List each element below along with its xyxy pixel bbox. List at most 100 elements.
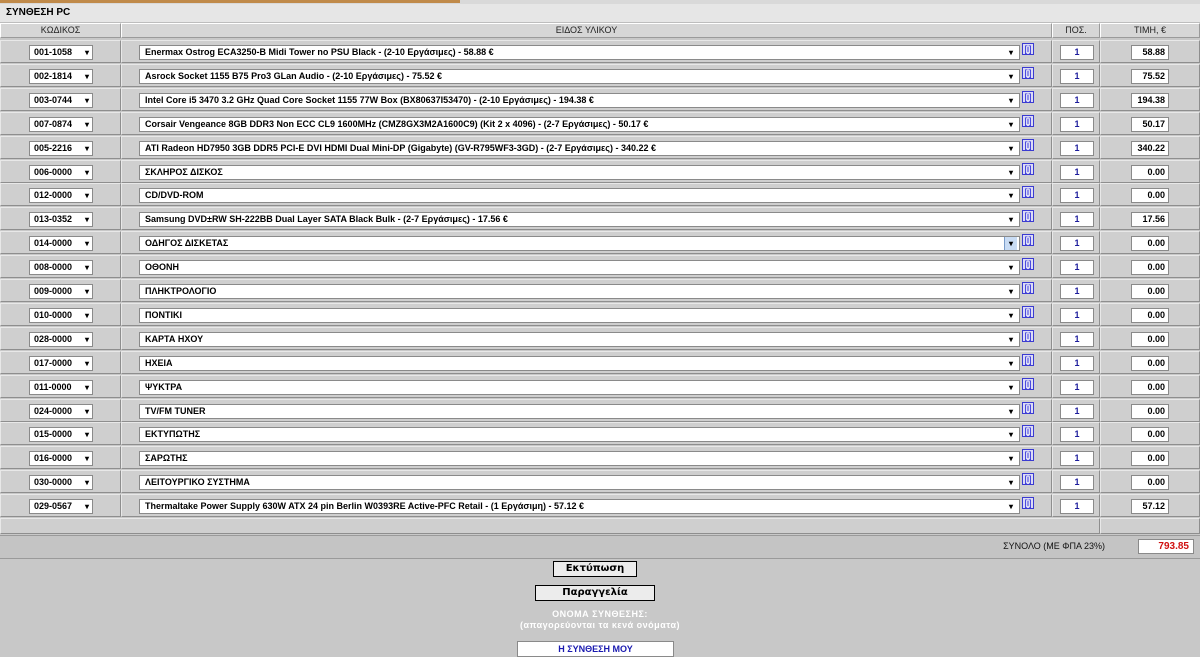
code-select[interactable]: 002-1814 ▾ (29, 68, 93, 84)
quantity-input[interactable]: 1 (1060, 427, 1094, 443)
item-select[interactable]: CD/DVD-ROM ▾ (139, 188, 1020, 204)
code-select[interactable]: 015-0000 ▾ (29, 427, 93, 443)
code-select[interactable]: 009-0000 ▾ (29, 284, 93, 299)
quantity-input[interactable]: 1 (1060, 379, 1094, 395)
code-select[interactable]: 006-0000 ▾ (29, 164, 93, 180)
item-select[interactable]: Corsair Vengeance 8GB DDR3 Non ECC CL9 1… (139, 116, 1020, 132)
code-select[interactable]: 029-0567 ▾ (29, 499, 93, 515)
info-icon[interactable]: [i] (1022, 138, 1034, 151)
item-select[interactable]: ΚΑΡΤΑ ΗΧΟΥ ▾ (139, 331, 1020, 347)
quantity-input[interactable]: 1 (1060, 499, 1094, 515)
price-value: 0.00 (1131, 451, 1169, 467)
qty-cell: 1 (1052, 422, 1100, 446)
item-select[interactable]: ΠΛΗΚΤΡΟΛΟΓΙΟ ▾ (139, 284, 1020, 299)
item-select[interactable]: TV/FM TUNER ▾ (139, 403, 1020, 419)
order-button[interactable]: Παραγγελία (535, 585, 655, 601)
quantity-input[interactable]: 1 (1060, 475, 1094, 491)
info-icon[interactable]: [i] (1022, 282, 1034, 294)
info-icon[interactable]: [i] (1022, 43, 1034, 55)
code-select[interactable]: 008-0000 ▾ (29, 260, 93, 276)
item-value: Samsung DVD±RW SH-222BB Dual Layer SATA … (145, 214, 508, 225)
item-value: ΣΚΛΗΡΟΣ ΔΙΣΚΟΣ (145, 166, 223, 177)
quantity-input[interactable]: 1 (1060, 140, 1094, 156)
info-icon[interactable]: [i] (1022, 114, 1034, 127)
code-select[interactable]: 013-0352 ▾ (29, 212, 93, 228)
item-select[interactable]: Thermaltake Power Supply 630W ATX 24 pin… (139, 499, 1020, 515)
code-select[interactable]: 012-0000 ▾ (29, 188, 93, 204)
quantity-input[interactable]: 1 (1060, 331, 1094, 347)
price-cell: 50.17 (1100, 111, 1200, 135)
info-icon[interactable]: [i] (1022, 162, 1034, 175)
chevron-down-icon: ▾ (1008, 334, 1013, 344)
item-select[interactable]: ΟΘΟΝΗ ▾ (139, 260, 1020, 276)
quantity-input[interactable]: 1 (1060, 236, 1094, 252)
info-icon[interactable]: [i] (1022, 401, 1034, 414)
code-select[interactable]: 024-0000 ▾ (29, 403, 93, 419)
quantity-input[interactable]: 1 (1060, 451, 1094, 467)
quantity-input[interactable]: 1 (1060, 116, 1094, 132)
code-select[interactable]: 014-0000 ▾ (29, 236, 93, 252)
quantity-input[interactable]: 1 (1060, 212, 1094, 228)
quantity-input[interactable]: 1 (1060, 188, 1094, 204)
info-icon[interactable]: [i] (1022, 186, 1034, 199)
table-row: 029-0567 ▾ Thermaltake Power Supply 630W A… (0, 494, 1200, 518)
code-select[interactable]: 011-0000 ▾ (29, 379, 93, 395)
info-icon[interactable]: [i] (1022, 210, 1034, 223)
code-value: 005-2216 (34, 142, 73, 153)
item-select[interactable]: ΠΟΝΤΙΚΙ ▾ (139, 307, 1020, 323)
quantity-input[interactable]: 1 (1060, 45, 1094, 60)
item-select[interactable]: ΟΔΗΓΟΣ ΔΙΣΚΕΤΑΣ ▾ (139, 236, 1020, 252)
code-select[interactable]: 010-0000 ▾ (29, 307, 93, 323)
code-select[interactable]: 001-1058 ▾ (29, 45, 93, 60)
info-icon[interactable]: [i] (1022, 473, 1034, 486)
quantity-input[interactable]: 1 (1060, 403, 1094, 419)
quantity-input[interactable]: 1 (1060, 355, 1094, 371)
quantity-input[interactable]: 1 (1060, 284, 1094, 299)
info-icon[interactable]: [i] (1022, 305, 1034, 318)
quantity-input[interactable]: 1 (1060, 260, 1094, 276)
chevron-down-icon: ▾ (1008, 454, 1013, 464)
item-select[interactable]: ΛΕΙΤΟΥΡΓΙΚΟ ΣΥΣΤΗΜΑ ▾ (139, 475, 1020, 491)
item-select[interactable]: ΨΥΚΤΡΑ ▾ (139, 379, 1020, 395)
item-select[interactable]: ΗΧΕΙΑ ▾ (139, 355, 1020, 371)
code-select[interactable]: 005-2216 ▾ (29, 140, 93, 156)
item-select[interactable]: ATI Radeon HD7950 3GB DDR5 PCI-E DVI HDM… (139, 140, 1020, 156)
qty-cell: 1 (1052, 302, 1100, 326)
chevron-down-icon: ▾ (1008, 502, 1013, 512)
code-select[interactable]: 017-0000 ▾ (29, 355, 93, 371)
item-select[interactable]: Enermax Ostrog ECA3250-B Midi Tower no P… (139, 45, 1020, 60)
info-icon[interactable]: [i] (1022, 449, 1034, 462)
info-icon[interactable]: [i] (1022, 377, 1034, 390)
item-value: ΛΕΙΤΟΥΡΓΙΚΟ ΣΥΣΤΗΜΑ (145, 477, 250, 488)
code-select[interactable]: 030-0000 ▾ (29, 475, 93, 491)
quantity-input[interactable]: 1 (1060, 92, 1094, 108)
info-icon[interactable]: [i] (1022, 425, 1034, 438)
top-accent-bar (0, 0, 460, 3)
info-icon[interactable]: [i] (1022, 234, 1034, 247)
item-select[interactable]: Intel Core i5 3470 3.2 GHz Quad Core Soc… (139, 92, 1020, 108)
info-icon[interactable]: [i] (1022, 66, 1034, 79)
print-button[interactable]: Εκτύπωση (553, 561, 637, 577)
code-select[interactable]: 028-0000 ▾ (29, 331, 93, 347)
info-icon[interactable]: [i] (1022, 90, 1034, 103)
code-select[interactable]: 016-0000 ▾ (29, 451, 93, 467)
price-value: 75.52 (1131, 68, 1169, 84)
item-select[interactable]: ΣΚΛΗΡΟΣ ΔΙΣΚΟΣ ▾ (139, 164, 1020, 180)
price-value: 194.38 (1131, 92, 1169, 108)
quantity-input[interactable]: 1 (1060, 164, 1094, 180)
info-icon[interactable]: [i] (1022, 258, 1034, 271)
quantity-input[interactable]: 1 (1060, 68, 1094, 84)
item-select[interactable]: ΣΑΡΩΤΗΣ ▾ (139, 451, 1020, 467)
info-icon[interactable]: [i] (1022, 353, 1034, 366)
item-select[interactable]: ΕΚΤΥΠΩΤΗΣ ▾ (139, 427, 1020, 443)
price-value: 0.00 (1131, 236, 1169, 252)
info-icon[interactable]: [i] (1022, 329, 1034, 342)
info-icon[interactable]: [i] (1022, 497, 1034, 510)
item-cell: TV/FM TUNER ▾ [i] (121, 398, 1052, 422)
table-row: 007-0874 ▾ Corsair Vengeance 8GB DDR3 Non … (0, 111, 1200, 136)
code-select[interactable]: 003-0744 ▾ (29, 92, 93, 108)
item-select[interactable]: Samsung DVD±RW SH-222BB Dual Layer SATA … (139, 212, 1020, 228)
quantity-input[interactable]: 1 (1060, 307, 1094, 323)
item-select[interactable]: Asrock Socket 1155 B75 Pro3 GLan Audio -… (139, 68, 1020, 84)
code-select[interactable]: 007-0874 ▾ (29, 116, 93, 132)
